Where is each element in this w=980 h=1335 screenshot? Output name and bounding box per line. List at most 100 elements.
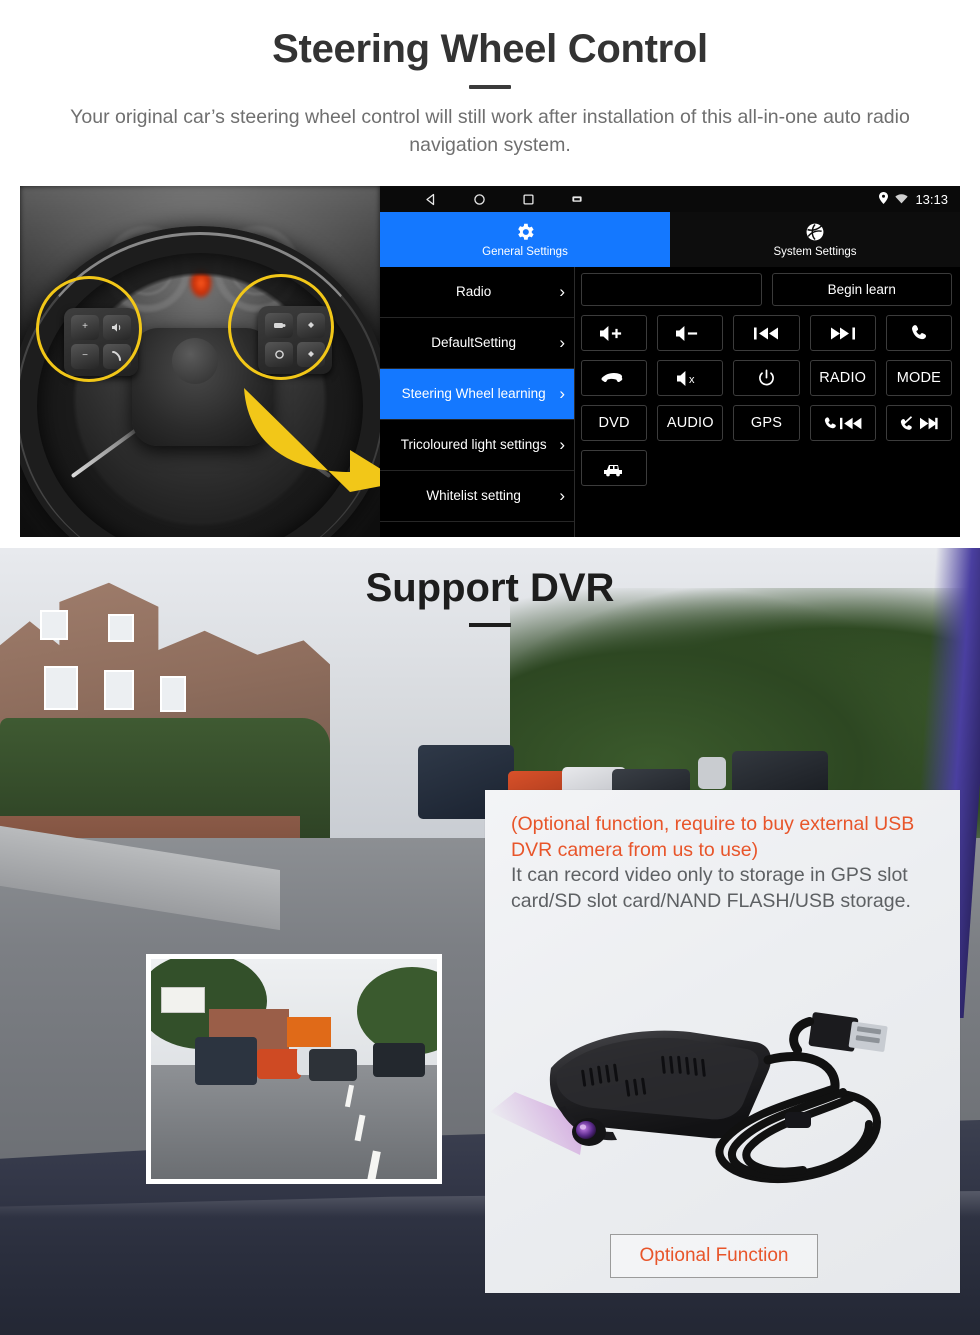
screenshot-icon[interactable]: [571, 193, 583, 205]
key-volume-down[interactable]: [657, 315, 724, 351]
home-icon[interactable]: [473, 193, 486, 206]
chevron-right-icon: ›: [559, 486, 565, 505]
support-dvr-header: Support DVR: [0, 566, 980, 627]
back-icon[interactable]: [424, 193, 437, 206]
phone-answer-icon: [909, 323, 929, 343]
window: [104, 670, 134, 710]
head-unit-body: Radio › DefaultSetting › Steering Wheel …: [380, 267, 960, 537]
key-volume-up[interactable]: [581, 315, 648, 351]
key-call-hangup[interactable]: [581, 360, 648, 396]
preview-car-right: [373, 1043, 425, 1077]
recents-icon[interactable]: [522, 193, 535, 206]
preview-car-red: [257, 1049, 301, 1079]
yellow-arrow-icon: [234, 384, 380, 494]
menu-item-radio-label: Radio: [456, 284, 492, 300]
tab-system-settings-label: System Settings: [773, 246, 857, 258]
preview-road: [151, 1064, 437, 1179]
steering-wheel-section-header: Steering Wheel Control Your original car…: [0, 0, 980, 160]
car-icon: [602, 459, 626, 477]
menu-item-defaultsetting-label: DefaultSetting: [431, 335, 517, 351]
key-mute[interactable]: x: [657, 360, 724, 396]
begin-learn-button[interactable]: Begin learn: [771, 273, 952, 306]
preview-car-suv: [195, 1037, 257, 1085]
menu-item-tricoloured-light-settings[interactable]: Tricoloured light settings ›: [380, 420, 574, 471]
steering-wheel-photo: + −: [20, 186, 380, 537]
tab-general-settings[interactable]: General Settings: [380, 212, 670, 267]
menu-item-whitelist-setting-label: Whitelist setting: [426, 488, 521, 504]
chevron-right-icon: ›: [559, 333, 565, 352]
tab-system-settings[interactable]: System Settings: [670, 212, 960, 267]
tab-general-settings-label: General Settings: [482, 246, 568, 258]
optional-function-label: Optional Function: [639, 1245, 789, 1266]
dvr-optional-note: (Optional function, require to buy exter…: [511, 813, 915, 861]
dvr-title: Support DVR: [365, 566, 615, 610]
chevron-right-icon: ›: [559, 282, 565, 301]
dvr-recording-preview: [146, 954, 442, 1184]
key-audio-label: AUDIO: [666, 415, 714, 431]
product-page: Steering Wheel Control Your original car…: [0, 0, 980, 1335]
status-clock: 13:13: [915, 191, 948, 207]
preview-van: [287, 1017, 331, 1047]
dvr-storage-note: It can record video only to storage in G…: [511, 864, 911, 913]
previous-track-icon: [752, 326, 780, 341]
preview-sign: [161, 987, 205, 1013]
key-car-info[interactable]: [581, 450, 648, 486]
android-status-bar: 13:13: [380, 186, 960, 212]
key-mode-label: MODE: [896, 370, 942, 386]
menu-item-radio[interactable]: Radio ›: [380, 267, 574, 318]
key-audio[interactable]: AUDIO: [657, 405, 724, 441]
location-pin-icon: [879, 191, 889, 207]
status-bar-right: 13:13: [879, 186, 948, 212]
android-nav-keys[interactable]: [424, 193, 583, 206]
learn-status-input[interactable]: [581, 273, 762, 306]
key-radio-label: RADIO: [819, 370, 867, 386]
svg-text:x: x: [689, 374, 695, 386]
power-icon: [757, 369, 776, 388]
key-dvd[interactable]: DVD: [581, 405, 648, 441]
settings-menu-list: Radio › DefaultSetting › Steering Wheel …: [380, 267, 575, 537]
page-title: Steering Wheel Control: [272, 27, 708, 71]
learn-row: Begin learn: [581, 273, 952, 306]
window: [44, 666, 78, 710]
key-power[interactable]: [733, 360, 800, 396]
key-radio[interactable]: RADIO: [809, 360, 876, 396]
key-dvd-label: DVD: [598, 415, 630, 431]
menu-item-steering-wheel-learning[interactable]: Steering Wheel learning ›: [380, 369, 574, 420]
key-call-answer[interactable]: [885, 315, 952, 351]
key-call-reject-next[interactable]: [885, 405, 952, 441]
head-unit-tabs: General Settings System Settings: [380, 212, 960, 267]
phone-hangup-icon: [601, 371, 627, 385]
menu-item-defaultsetting[interactable]: DefaultSetting ›: [380, 318, 574, 369]
dvr-title-divider: [469, 623, 511, 627]
volume-up-icon: [599, 325, 629, 342]
key-mode[interactable]: MODE: [885, 360, 952, 396]
key-previous-track[interactable]: [733, 315, 800, 351]
phone-reject-next-icon: [900, 415, 938, 431]
key-next-track[interactable]: [809, 315, 876, 351]
gear-icon: [514, 221, 536, 243]
airbag-emblem: [172, 338, 218, 384]
steering-wheel-learning-pane: Begin learn x RADIO MODE DVD AUDIO GPS: [575, 267, 960, 537]
steering-key-grid: x RADIO MODE DVD AUDIO GPS: [581, 315, 952, 486]
menu-item-whitelist-setting[interactable]: Whitelist setting ›: [380, 471, 574, 522]
android-system-icon: [804, 221, 826, 243]
key-call-previous[interactable]: [809, 405, 876, 441]
steering-wheel-panel-row: + − 13:13 General Settings System Settin…: [20, 186, 960, 537]
car-far: [698, 757, 726, 789]
phone-previous-icon: [824, 416, 862, 431]
volume-down-icon: [675, 325, 705, 342]
preview-car-dark: [309, 1049, 357, 1081]
volume-mute-icon: x: [676, 370, 704, 387]
highlight-circle-left: [36, 276, 142, 382]
chevron-right-icon: ›: [559, 435, 565, 454]
support-dvr-section: Support DVR (Optional function, require …: [0, 548, 980, 1335]
usb-dvr-camera-image: [485, 980, 960, 1210]
key-gps[interactable]: GPS: [733, 405, 800, 441]
chevron-right-icon: ›: [559, 384, 565, 403]
window: [160, 676, 186, 712]
head-unit-screen: 13:13 General Settings System Settings R…: [380, 186, 960, 537]
highlight-circle-right: [228, 274, 334, 380]
key-gps-label: GPS: [750, 415, 783, 431]
optional-function-button[interactable]: Optional Function: [610, 1234, 818, 1278]
dvr-info-card: (Optional function, require to buy exter…: [485, 790, 960, 1293]
